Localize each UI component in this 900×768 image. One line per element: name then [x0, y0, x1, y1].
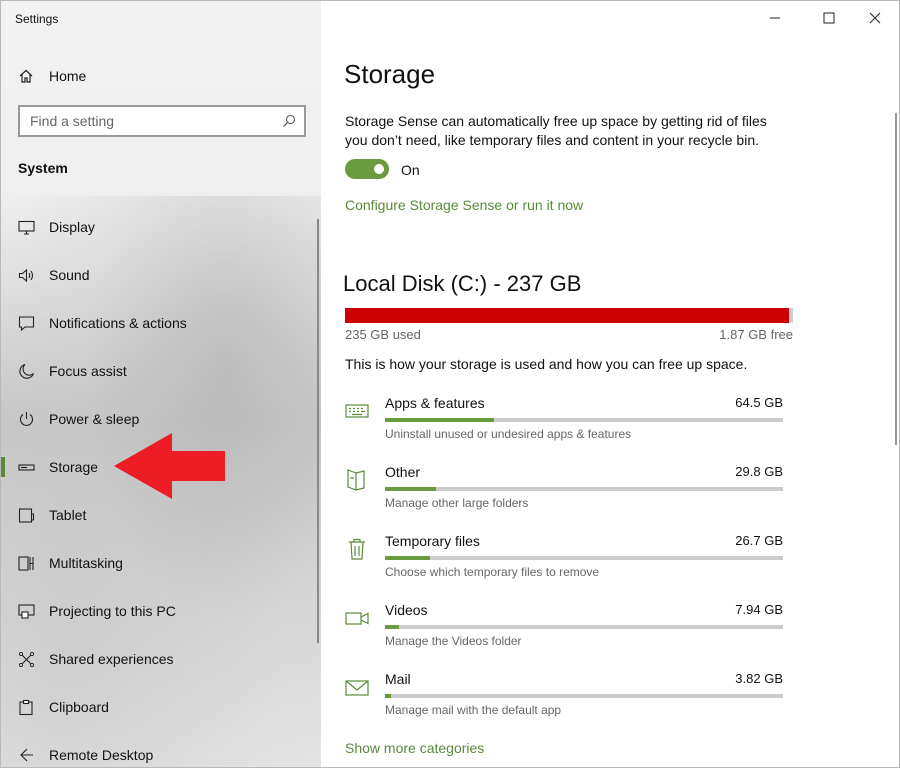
- sidebar-item-notifications[interactable]: Notifications & actions: [1, 299, 321, 347]
- main-pane: Storage Storage Sense can automatically …: [321, 0, 900, 768]
- sidebar-item-label: Remote Desktop: [49, 747, 154, 763]
- configure-storage-sense-link[interactable]: Configure Storage Sense or run it now: [345, 197, 583, 213]
- category-size: 26.7 GB: [735, 533, 783, 548]
- category-bar: [385, 556, 783, 560]
- storage-drive-icon: [18, 463, 35, 471]
- storage-sense-toggle[interactable]: [345, 159, 389, 179]
- show-more-categories-link[interactable]: Show more categories: [345, 740, 484, 756]
- search-box[interactable]: Find a setting: [18, 105, 306, 137]
- category-bar-fill: [385, 487, 436, 491]
- maximize-button[interactable]: [806, 1, 852, 35]
- home-label: Home: [49, 68, 87, 84]
- usage-note: This is how your storage is used and how…: [345, 356, 748, 372]
- sidebar-item-label: Shared experiences: [49, 651, 174, 667]
- mail-icon: [345, 680, 369, 696]
- sidebar-item-label: Display: [49, 219, 95, 235]
- sidebar-item-label: Focus assist: [49, 363, 127, 379]
- home-icon: [19, 69, 33, 83]
- sidebar-item-label: Clipboard: [49, 699, 109, 715]
- speaker-icon: [18, 268, 34, 282]
- tablet-icon: [18, 507, 35, 523]
- category-name: Mail: [385, 671, 411, 687]
- shared-experiences-icon: [19, 651, 34, 667]
- section-label-system: System: [18, 160, 68, 176]
- keyboard-apps-icon: [345, 404, 369, 418]
- category-size: 29.8 GB: [735, 464, 783, 479]
- sidebar-item-focus-assist[interactable]: Focus assist: [1, 347, 321, 395]
- category-desc: Manage mail with the default app: [385, 703, 562, 717]
- category-bar-fill: [385, 694, 392, 698]
- category-size: 64.5 GB: [735, 395, 783, 410]
- category-bar-fill: [385, 418, 495, 422]
- minimize-button[interactable]: [752, 1, 798, 35]
- sidebar-scrollbar[interactable]: [317, 219, 319, 643]
- category-bar-fill: [385, 556, 431, 560]
- category-bar: [385, 487, 783, 491]
- category-bar: [385, 418, 783, 422]
- clipboard-icon: [19, 699, 33, 715]
- category-bar: [385, 625, 783, 629]
- category-desc: Choose which temporary files to remove: [385, 565, 600, 579]
- monitor-icon: [18, 220, 35, 235]
- moon-icon: [19, 363, 35, 379]
- page-title: Storage: [344, 59, 436, 89]
- category-name: Videos: [385, 602, 428, 618]
- other-folder-icon: [347, 469, 365, 491]
- category-bar-fill: [385, 625, 399, 629]
- category-size: 7.94 GB: [735, 602, 783, 617]
- window-title: Settings: [15, 12, 59, 26]
- category-other[interactable]: Other 29.8 GB Manage other large folders: [345, 464, 785, 524]
- sidebar-item-display[interactable]: Display: [1, 203, 321, 251]
- sidebar-item-label: Power & sleep: [49, 411, 140, 427]
- category-desc: Manage the Videos folder: [385, 634, 522, 648]
- power-icon: [19, 411, 34, 426]
- category-name: Other: [385, 464, 421, 480]
- storage-sense-description: Storage Sense can automatically free up …: [345, 113, 767, 148]
- category-name: Apps & features: [385, 395, 485, 411]
- search-icon[interactable]: [282, 114, 296, 128]
- sidebar-item-label: Tablet: [49, 507, 87, 523]
- multitasking-icon: [18, 555, 34, 571]
- category-apps-features[interactable]: Apps & features 64.5 GB Uninstall unused…: [345, 395, 785, 455]
- sidebar-item-clipboard[interactable]: Clipboard: [1, 683, 321, 731]
- category-videos[interactable]: Videos 7.94 GB Manage the Videos folder: [345, 602, 785, 662]
- close-button[interactable]: [852, 1, 898, 35]
- sidebar-item-projecting[interactable]: Projecting to this PC: [1, 587, 321, 635]
- video-camera-icon: [345, 612, 369, 625]
- remote-desktop-icon: [20, 748, 33, 761]
- sidebar-item-sound[interactable]: Sound: [1, 251, 321, 299]
- trash-icon: [349, 538, 365, 560]
- sidebar-item-label: Projecting to this PC: [49, 603, 176, 619]
- category-size: 3.82 GB: [735, 671, 783, 686]
- category-bar: [385, 694, 783, 698]
- annotation-arrow-icon: [114, 433, 225, 499]
- category-mail[interactable]: Mail 3.82 GB Manage mail with the defaul…: [345, 671, 785, 731]
- search-input[interactable]: Find a setting: [30, 113, 282, 129]
- disk-usage-fill: [345, 308, 790, 323]
- category-desc: Manage other large folders: [385, 496, 529, 510]
- disk-free-label: 1.87 GB free: [719, 327, 793, 342]
- disk-title: Local Disk (C:) - 237 GB: [343, 271, 582, 296]
- category-temporary-files[interactable]: Temporary files 26.7 GB Choose which tem…: [345, 533, 785, 593]
- close-icon: [869, 12, 881, 24]
- category-desc: Uninstall unused or undesired apps & fea…: [385, 427, 632, 441]
- category-name: Temporary files: [385, 533, 480, 549]
- sidebar-item-label: Multitasking: [49, 555, 123, 571]
- sidebar-item-multitasking[interactable]: Multitasking: [1, 539, 321, 587]
- sidebar-item-remote-desktop[interactable]: Remote Desktop: [1, 731, 321, 767]
- sidebar-item-shared-experiences[interactable]: Shared experiences: [1, 635, 321, 683]
- minimize-icon: [770, 17, 780, 19]
- main-scrollbar[interactable]: [895, 113, 897, 445]
- sidebar-item-label: Storage: [49, 459, 99, 475]
- toggle-state-label: On: [401, 162, 420, 178]
- disk-usage-bar: [345, 308, 793, 323]
- projecting-icon: [18, 603, 35, 619]
- sidebar-item-label: Sound: [49, 267, 90, 283]
- sidebar-item-label: Notifications & actions: [49, 315, 187, 331]
- notification-icon: [18, 315, 35, 331]
- home-link[interactable]: Home: [18, 65, 86, 87]
- sidebar: Settings Home Find a setting System Disp…: [0, 0, 321, 768]
- maximize-icon: [823, 12, 835, 24]
